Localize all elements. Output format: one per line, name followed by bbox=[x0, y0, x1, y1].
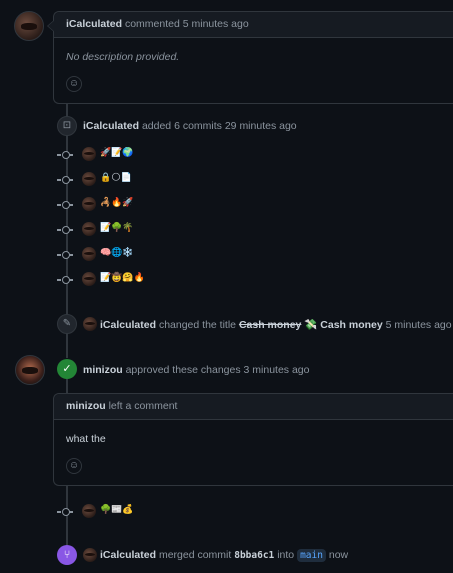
merge-time[interactable]: now bbox=[329, 549, 348, 561]
review-comment-body: what the bbox=[66, 433, 106, 445]
title-change-time[interactable]: 5 minutes ago bbox=[386, 319, 452, 331]
merge-into: into bbox=[277, 549, 295, 561]
git-merge-icon: ⑂ bbox=[57, 545, 77, 565]
commit-author-avatar[interactable] bbox=[82, 247, 96, 261]
commit-message[interactable]: 📝🤠🤗🔥 bbox=[100, 272, 145, 283]
avatar-minizou[interactable] bbox=[15, 355, 45, 385]
merge-branch[interactable]: main bbox=[297, 549, 326, 562]
title-separator: 💸 bbox=[304, 319, 318, 331]
git-commit-icon bbox=[57, 201, 73, 209]
merge-avatar[interactable] bbox=[83, 548, 97, 562]
commits-time[interactable]: 29 minutes ago bbox=[225, 120, 297, 132]
review-author[interactable]: minizou bbox=[83, 364, 123, 376]
title-change-text: iCalculated changed the title Cash money… bbox=[100, 318, 452, 331]
commit-message[interactable]: 🦂🔥🚀 bbox=[100, 197, 134, 208]
commit-author-avatar[interactable] bbox=[82, 172, 96, 186]
comment-body: No description provided. bbox=[66, 51, 180, 63]
commits-event-text: iCalculated added 6 commits 29 minutes a… bbox=[83, 120, 297, 132]
comment-action: commented bbox=[124, 18, 180, 30]
review-comment-header: minizou left a comment bbox=[54, 394, 453, 420]
commit-message[interactable]: 📝🌳🌴 bbox=[100, 222, 134, 233]
commit-message[interactable]: 🌳📰💰 bbox=[100, 504, 134, 515]
smiley-icon[interactable]: ☺ bbox=[66, 458, 82, 474]
review-comment-action: left a comment bbox=[108, 400, 178, 412]
review-text: minizou approved these changes 3 minutes… bbox=[83, 364, 310, 376]
new-title: Cash money bbox=[320, 319, 383, 331]
title-change-author[interactable]: iCalculated bbox=[100, 319, 156, 331]
merge-sha[interactable]: 8bba6c1 bbox=[234, 550, 274, 561]
commit-author-avatar[interactable] bbox=[82, 147, 96, 161]
commit-author-avatar[interactable] bbox=[82, 222, 96, 236]
git-commit-icon bbox=[57, 251, 73, 259]
comment-author[interactable]: iCalculated bbox=[66, 18, 122, 30]
commit-author-avatar[interactable] bbox=[82, 504, 96, 518]
merge-author[interactable]: iCalculated bbox=[100, 549, 156, 561]
commit-author-avatar[interactable] bbox=[82, 272, 96, 286]
smiley-icon[interactable]: ☺ bbox=[66, 76, 82, 92]
comment-time[interactable]: 5 minutes ago bbox=[183, 18, 249, 30]
review-comment-card: minizou left a comment what the ☺ bbox=[53, 393, 453, 486]
repo-push-icon: ⊡ bbox=[57, 116, 77, 136]
git-commit-icon bbox=[57, 151, 73, 159]
git-commit-icon bbox=[57, 276, 73, 284]
commits-author[interactable]: iCalculated bbox=[83, 120, 139, 132]
comment-card: iCalculated commented 5 minutes ago No d… bbox=[47, 11, 453, 104]
git-commit-icon bbox=[57, 226, 73, 234]
commit-message[interactable]: 🚀📝🌍 bbox=[100, 147, 134, 158]
review-action: approved these changes bbox=[125, 364, 241, 376]
review-time[interactable]: 3 minutes ago bbox=[244, 364, 310, 376]
review-comment-author[interactable]: minizou bbox=[66, 400, 106, 412]
timeline-line bbox=[66, 378, 68, 393]
title-change-action: changed the title bbox=[158, 319, 237, 331]
commit-author-avatar[interactable] bbox=[82, 197, 96, 211]
git-commit-icon bbox=[57, 508, 73, 516]
merge-text: iCalculated merged commit 8bba6c1 into m… bbox=[100, 549, 348, 562]
pencil-icon: ✎ bbox=[57, 314, 77, 334]
check-icon: ✓ bbox=[57, 359, 77, 379]
avatar-icalculated[interactable] bbox=[14, 11, 44, 41]
comment-header: iCalculated commented 5 minutes ago bbox=[54, 12, 453, 38]
commits-action: added 6 commits bbox=[141, 120, 222, 132]
title-change-avatar[interactable] bbox=[83, 317, 97, 331]
comment-caret bbox=[47, 20, 55, 32]
commit-message[interactable]: 🔒🌕📄 bbox=[100, 172, 132, 183]
old-title: Cash money bbox=[238, 319, 302, 331]
merge-action: merged commit bbox=[158, 549, 232, 561]
git-commit-icon bbox=[57, 176, 73, 184]
commit-message[interactable]: 🧠🌐❄️ bbox=[100, 247, 134, 258]
